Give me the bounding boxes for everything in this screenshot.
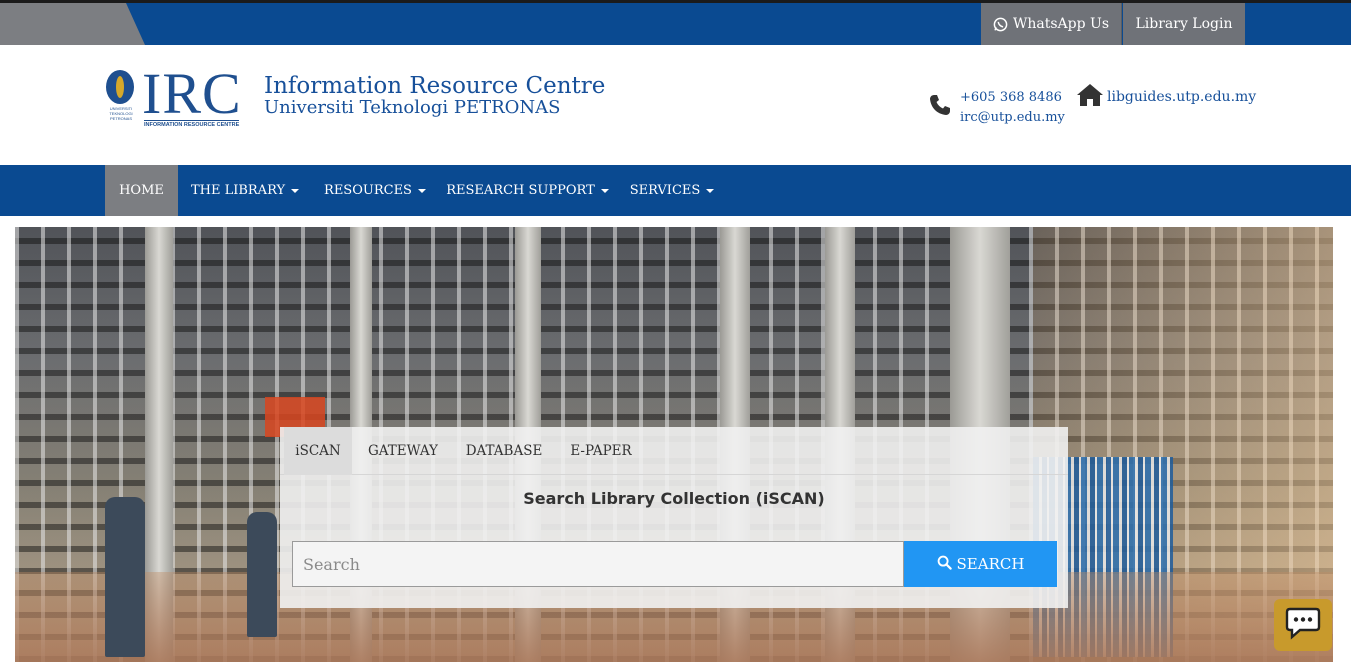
tab-gateway[interactable]: GATEWAY: [358, 427, 448, 475]
site-title-line1: Information Resource Centre: [264, 73, 606, 99]
utp-seal: [106, 70, 134, 104]
top-bar: WhatsApp Us Library Login: [0, 0, 1351, 45]
nav-home-label: HOME: [119, 183, 164, 198]
main-nav: HOME THE LIBRARY RESOURCES RESEARCH SUPP…: [0, 165, 1351, 216]
top-bar-accent: [0, 3, 145, 45]
nav-the-library-label: THE LIBRARY: [190, 183, 286, 198]
search-heading: Search Library Collection (iSCAN): [523, 489, 825, 508]
search-panel: iSCAN GATEWAY DATABASE E-PAPER Search Li…: [280, 427, 1068, 608]
search-input[interactable]: [292, 541, 904, 587]
logo-mark: IRC: [142, 61, 242, 126]
phone-icon: [928, 93, 952, 124]
search-button-label: SEARCH: [956, 555, 1025, 573]
tab-iscan[interactable]: iSCAN: [284, 427, 352, 475]
search-button[interactable]: SEARCH: [904, 541, 1057, 587]
tab-database[interactable]: DATABASE: [456, 427, 552, 475]
chat-widget-button[interactable]: [1274, 599, 1332, 651]
nav-research-support[interactable]: RESEARCH SUPPORT: [440, 165, 615, 216]
chevron-down-icon: [417, 188, 426, 193]
site-title: Information Resource Centre Universiti T…: [264, 75, 605, 119]
whatsapp-icon: [993, 17, 1008, 32]
whatsapp-label: WhatsApp Us: [1012, 16, 1110, 32]
whatsapp-button[interactable]: WhatsApp Us: [981, 3, 1122, 45]
libguides-link[interactable]: libguides.utp.edu.my: [1076, 83, 1256, 111]
nav-services-label: SERVICES: [629, 183, 701, 198]
nav-research-support-label: RESEARCH SUPPORT: [446, 183, 595, 198]
hero-person: [247, 512, 277, 637]
chat-icon: [1284, 606, 1322, 644]
library-login-button[interactable]: Library Login: [1123, 3, 1245, 45]
libguides-label: libguides.utp.edu.my: [1107, 89, 1257, 105]
search-tabs: iSCAN GATEWAY DATABASE E-PAPER: [280, 427, 1068, 475]
home-icon: [1076, 83, 1104, 111]
nav-resources-label: RESOURCES: [324, 183, 412, 198]
logo-subtitle: INFORMATION RESOURCE CENTRE: [144, 120, 240, 128]
phone-number[interactable]: +605 368 8486: [960, 88, 1065, 108]
site-header: UNIVERSITI TEKNOLOGI PETRONAS IRC INFORM…: [0, 45, 1351, 165]
chevron-down-icon: [600, 188, 609, 193]
chevron-down-icon: [706, 188, 715, 193]
email-address[interactable]: irc@utp.edu.my: [960, 108, 1065, 128]
nav-the-library[interactable]: THE LIBRARY: [180, 165, 310, 216]
hero-person: [105, 497, 145, 657]
site-title-line2: Universiti Teknologi PETRONAS: [264, 97, 561, 118]
chevron-down-icon: [291, 188, 300, 193]
tab-e-paper[interactable]: E-PAPER: [560, 427, 642, 475]
nav-services[interactable]: SERVICES: [622, 165, 722, 216]
nav-home[interactable]: HOME: [105, 165, 178, 216]
logo-seal-text: UNIVERSITI TEKNOLOGI PETRONAS: [109, 106, 133, 121]
search-icon: [937, 555, 952, 574]
nav-resources[interactable]: RESOURCES: [315, 165, 435, 216]
irc-logo[interactable]: UNIVERSITI TEKNOLOGI PETRONAS IRC INFORM…: [104, 61, 246, 128]
